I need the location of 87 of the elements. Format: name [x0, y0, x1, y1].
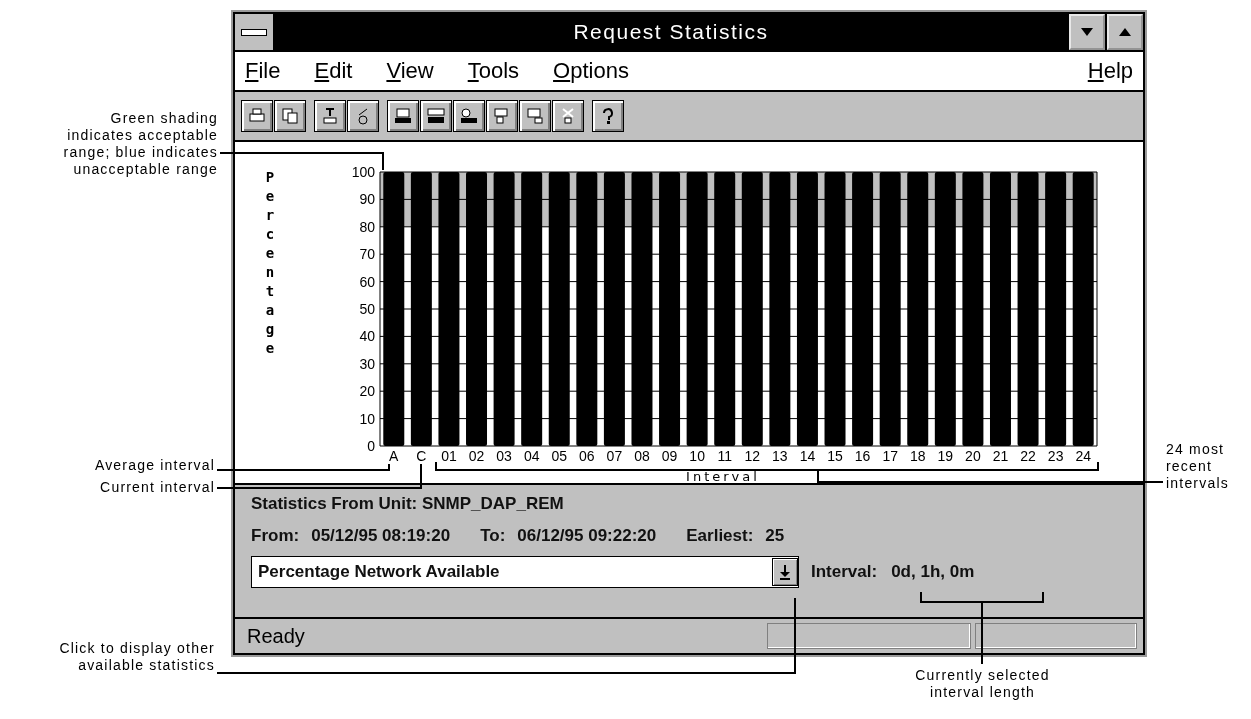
callout-text: Currently selected interval length — [914, 667, 1051, 701]
toolbar-button[interactable] — [486, 100, 518, 132]
x-tick-label: A — [389, 448, 399, 464]
unit-label: Statistics From Unit: SNMP_DAP_REM — [251, 494, 564, 514]
down-arrow-icon — [779, 564, 791, 580]
toolbar-button[interactable] — [592, 100, 624, 132]
x-tick-label: 21 — [992, 448, 1009, 464]
toolbar-button[interactable] — [274, 100, 306, 132]
x-tick-label: 14 — [799, 448, 816, 464]
x-tick-label: 12 — [744, 448, 761, 464]
menu-item[interactable]: Tools — [467, 58, 520, 84]
monitor-icon — [393, 106, 413, 126]
toolbar-button[interactable] — [241, 100, 273, 132]
menu-item[interactable]: View — [386, 58, 434, 84]
menu-item[interactable]: File — [245, 58, 281, 84]
counter-icon — [426, 106, 446, 126]
text-format-icon — [320, 106, 340, 126]
monitor-flash-icon — [459, 106, 479, 126]
interval-value: 0d, 1h, 0m — [891, 562, 975, 582]
window-title: Request Statistics — [572, 19, 770, 45]
x-tick-label: 09 — [661, 448, 678, 464]
x-tick-label: 11 — [717, 448, 732, 464]
menu-item[interactable]: Help — [1087, 58, 1133, 84]
callout-text: 24 most recent intervals — [1166, 441, 1230, 492]
up-triangle-icon — [1119, 28, 1131, 36]
toolbar-button[interactable] — [552, 100, 584, 132]
x-tick-label: 20 — [965, 448, 981, 464]
toolbar-button[interactable] — [453, 100, 485, 132]
x-tick-label: 06 — [579, 448, 595, 464]
x-tick-label: 16 — [854, 448, 871, 464]
interval-label: Interval: — [811, 562, 878, 582]
toolbar-button[interactable] — [347, 100, 379, 132]
statistic-dropdown[interactable]: Percentage Network Available — [251, 556, 799, 588]
y-tick-label: 100 — [351, 164, 375, 180]
y-tick-label: 50 — [359, 301, 375, 317]
y-tick-label: 10 — [359, 410, 375, 427]
from-label: From: — [251, 526, 300, 546]
x-tick-label: 07 — [606, 448, 623, 464]
callout-text: Average interval — [93, 457, 215, 474]
y-tick-label: 30 — [359, 355, 375, 372]
x-tick-label: 02 — [468, 448, 485, 464]
y-tick-label: 20 — [359, 383, 375, 400]
x-tick-label: 08 — [634, 448, 650, 464]
x-tick-label: C — [416, 448, 427, 464]
menu-item[interactable]: Edit — [314, 58, 353, 84]
x-tick-label: 05 — [551, 448, 568, 464]
y-tick-label: 40 — [359, 328, 375, 345]
callout-text: Current interval — [99, 479, 215, 496]
x-tick-label: 19 — [937, 448, 954, 464]
x-tick-label: 15 — [827, 448, 843, 464]
x-tick-label: 18 — [909, 448, 926, 464]
x-tick-label: 01 — [441, 448, 457, 464]
x-tick-label: 22 — [1020, 448, 1036, 464]
callout-text: Green shading indicates acceptable range; blue indicates unacceptable range — [62, 110, 218, 178]
earliest-value: 25 — [765, 526, 785, 546]
callout-text: Click to display other available statistics — [58, 640, 215, 674]
down-triangle-icon — [1081, 28, 1093, 36]
x-tick-label: 24 — [1075, 448, 1091, 464]
copy-icon — [280, 106, 300, 126]
x-axis-title: Interval — [686, 469, 760, 483]
y-tick-label: 90 — [359, 191, 375, 208]
toolbar-button[interactable] — [387, 100, 419, 132]
minimize-button[interactable] — [1069, 14, 1105, 50]
maximize-button[interactable] — [1107, 14, 1143, 50]
x-tick-label: 13 — [772, 448, 788, 464]
dropdown-button[interactable] — [772, 558, 798, 586]
y-tick-label: 80 — [359, 218, 375, 235]
window-link-icon — [525, 106, 545, 126]
y-tick-label: 70 — [359, 246, 375, 263]
earliest-label: Earliest: — [686, 526, 754, 546]
system-menu-button[interactable] — [235, 14, 275, 50]
toolbar-button[interactable] — [420, 100, 452, 132]
y-tick-label: 60 — [359, 273, 375, 290]
x-tick-label: 23 — [1047, 448, 1064, 464]
to-label: To: — [480, 526, 506, 546]
x-tick-label: 17 — [882, 448, 898, 464]
x-tick-label: 10 — [689, 448, 705, 464]
menu-item[interactable]: Options — [553, 58, 629, 84]
y-tick-label: 0 — [367, 438, 375, 454]
status-text: Ready — [247, 624, 306, 648]
to-value: 06/12/95 09:22:20 — [517, 526, 657, 546]
from-value: 05/12/95 08:19:20 — [311, 526, 451, 546]
toolbar-button[interactable] — [314, 100, 346, 132]
x-tick-label: 03 — [496, 448, 512, 464]
x-tick-label: 04 — [523, 448, 540, 464]
toolbar-button[interactable] — [519, 100, 551, 132]
y-axis-title: Percentage — [265, 169, 275, 356]
